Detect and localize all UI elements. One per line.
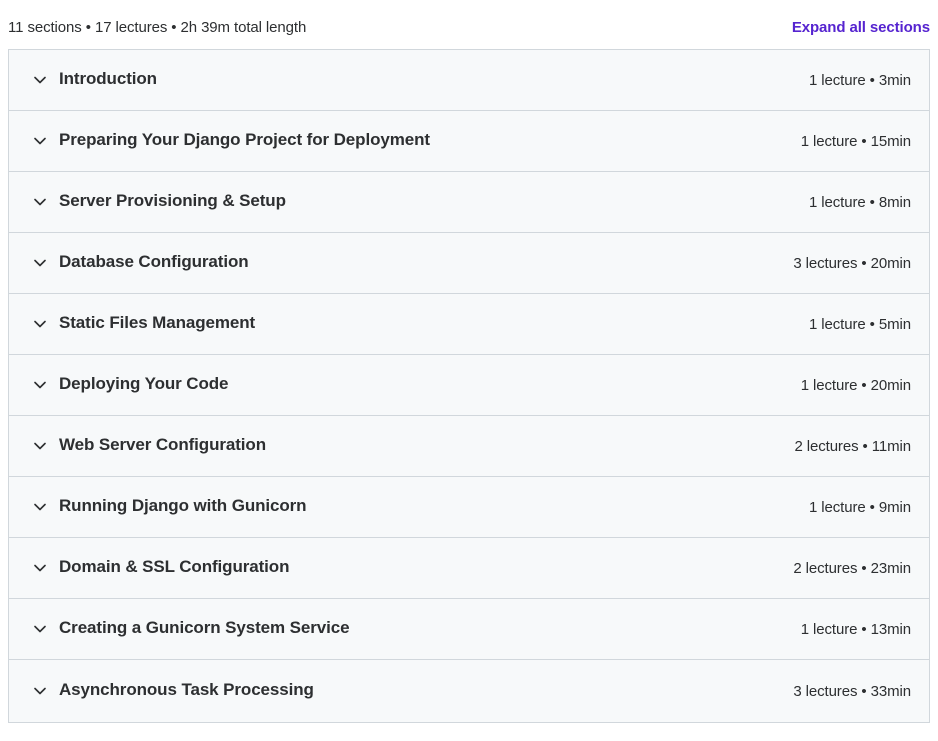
chevron-down-icon (32, 194, 48, 210)
section-title: Running Django with Gunicorn (59, 496, 307, 515)
section-row-10[interactable]: Creating a Gunicorn System Service 1 lec… (9, 599, 929, 660)
chevron-down-icon (32, 133, 48, 149)
section-row-6[interactable]: Deploying Your Code 1 lecture • 20min (9, 355, 929, 416)
course-content-panel: 11 sections • 17 lectures • 2h 39m total… (0, 0, 938, 741)
section-row-8[interactable]: Running Django with Gunicorn 1 lecture •… (9, 477, 929, 538)
section-row-2[interactable]: Preparing Your Django Project for Deploy… (9, 111, 929, 172)
chevron-down-icon (32, 560, 48, 576)
course-summary-bar: 11 sections • 17 lectures • 2h 39m total… (8, 14, 930, 40)
section-meta: 1 lecture • 9min (808, 498, 911, 516)
section-title: Web Server Configuration (59, 435, 266, 454)
section-title: Domain & SSL Configuration (59, 557, 290, 576)
section-meta: 1 lecture • 3min (808, 71, 911, 89)
section-meta: 1 lecture • 13min (800, 620, 911, 638)
section-title: Introduction (59, 69, 157, 88)
section-title: Creating a Gunicorn System Service (59, 618, 350, 637)
section-title: Server Provisioning & Setup (59, 191, 286, 210)
section-title: Database Configuration (59, 252, 249, 271)
section-title: Deploying Your Code (59, 374, 229, 393)
section-meta: 1 lecture • 8min (808, 193, 911, 211)
chevron-down-icon (32, 438, 48, 454)
section-row-11[interactable]: Asynchronous Task Processing 3 lectures … (9, 660, 929, 722)
chevron-down-icon (32, 499, 48, 515)
section-row-9[interactable]: Domain & SSL Configuration 2 lectures • … (9, 538, 929, 599)
chevron-down-icon (32, 72, 48, 88)
chevron-down-icon (32, 377, 48, 393)
section-row-1[interactable]: Introduction 1 lecture • 3min (9, 50, 929, 111)
section-meta: 1 lecture • 15min (800, 132, 911, 150)
section-meta: 2 lectures • 11min (794, 437, 911, 455)
section-row-3[interactable]: Server Provisioning & Setup 1 lecture • … (9, 172, 929, 233)
course-summary-text: 11 sections • 17 lectures • 2h 39m total… (8, 18, 307, 36)
section-title: Static Files Management (59, 313, 256, 332)
section-meta: 1 lecture • 20min (800, 376, 911, 394)
section-meta: 1 lecture • 5min (808, 315, 911, 333)
section-row-7[interactable]: Web Server Configuration 2 lectures • 11… (9, 416, 929, 477)
sections-accordion: Introduction 1 lecture • 3min Preparing … (8, 49, 930, 723)
chevron-down-icon (32, 683, 48, 699)
chevron-down-icon (32, 621, 48, 637)
chevron-down-icon (32, 255, 48, 271)
section-meta: 2 lectures • 23min (793, 559, 911, 577)
section-row-4[interactable]: Database Configuration 3 lectures • 20mi… (9, 233, 929, 294)
expand-all-sections-button[interactable]: Expand all sections (792, 19, 930, 36)
section-title: Asynchronous Task Processing (59, 680, 314, 699)
section-meta: 3 lectures • 33min (793, 682, 911, 700)
section-row-5[interactable]: Static Files Management 1 lecture • 5min (9, 294, 929, 355)
chevron-down-icon (32, 316, 48, 332)
section-title: Preparing Your Django Project for Deploy… (59, 130, 430, 149)
section-meta: 3 lectures • 20min (793, 254, 911, 272)
